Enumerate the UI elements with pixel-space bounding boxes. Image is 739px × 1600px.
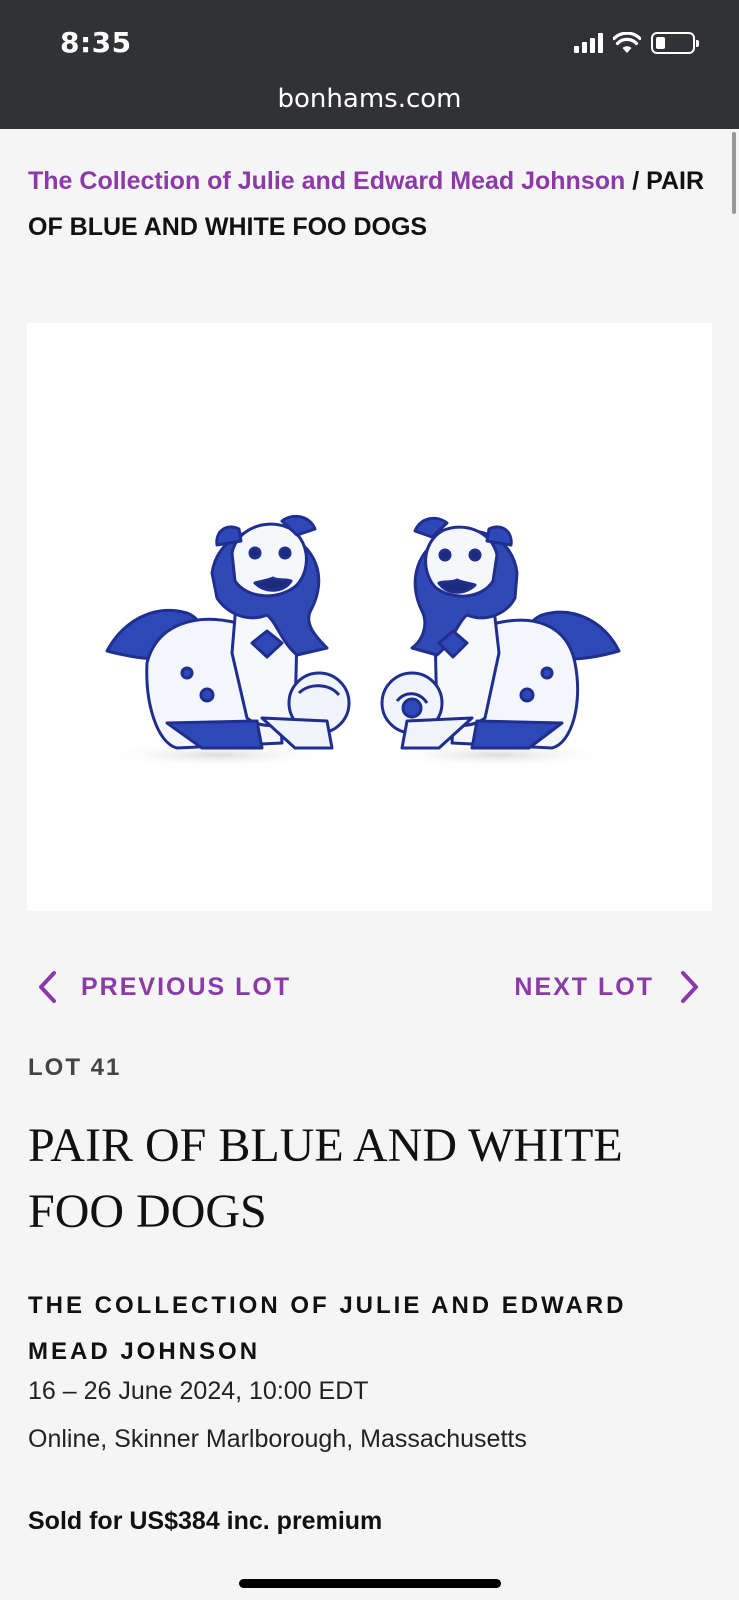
home-indicator[interactable] [239, 1579, 501, 1588]
status-time: 8:35 [60, 26, 132, 59]
browser-top-bar: 8:35 bonhams.com [0, 0, 739, 129]
breadcrumb-separator: / [625, 167, 647, 195]
next-lot-button[interactable]: NEXT LOT [514, 970, 700, 1004]
lot-navigation: PREVIOUS LOT NEXT LOT [27, 970, 712, 1014]
sold-price: Sold for US$384 inc. premium [28, 1507, 383, 1535]
breadcrumb: The Collection of Julie and Edward Mead … [28, 158, 718, 250]
status-icons [574, 32, 699, 54]
left-foo-dog [105, 514, 351, 750]
lot-number: LOT 41 [28, 1054, 122, 1081]
next-lot-label: NEXT LOT [514, 972, 654, 1001]
right-foo-dog [380, 516, 621, 750]
chevron-right-icon [681, 971, 698, 1003]
lot-title: PAIR OF BLUE AND WHITE FOO DOGS [28, 1119, 623, 1238]
scrollbar[interactable] [732, 132, 736, 214]
url-bar[interactable]: bonhams.com [0, 84, 739, 114]
sale-location: Online, Skinner Marlborough, Massachuset… [28, 1425, 527, 1453]
foo-dogs-illustration [97, 514, 621, 767]
battery-icon [651, 32, 699, 54]
previous-lot-button[interactable]: PREVIOUS LOT [37, 970, 291, 1004]
breadcrumb-collection-link[interactable]: The Collection of Julie and Edward Mead … [28, 167, 625, 195]
cellular-signal-icon [574, 33, 603, 53]
previous-lot-label: PREVIOUS LOT [81, 972, 292, 1001]
chevron-left-icon [39, 971, 56, 1003]
sale-title-link[interactable]: THE COLLECTION OF JULIE AND EDWARD MEAD … [28, 1283, 718, 1375]
sale-date: 16 – 26 June 2024, 10:00 EDT [28, 1377, 369, 1405]
lot-image[interactable] [27, 323, 712, 911]
wifi-icon [613, 32, 641, 53]
